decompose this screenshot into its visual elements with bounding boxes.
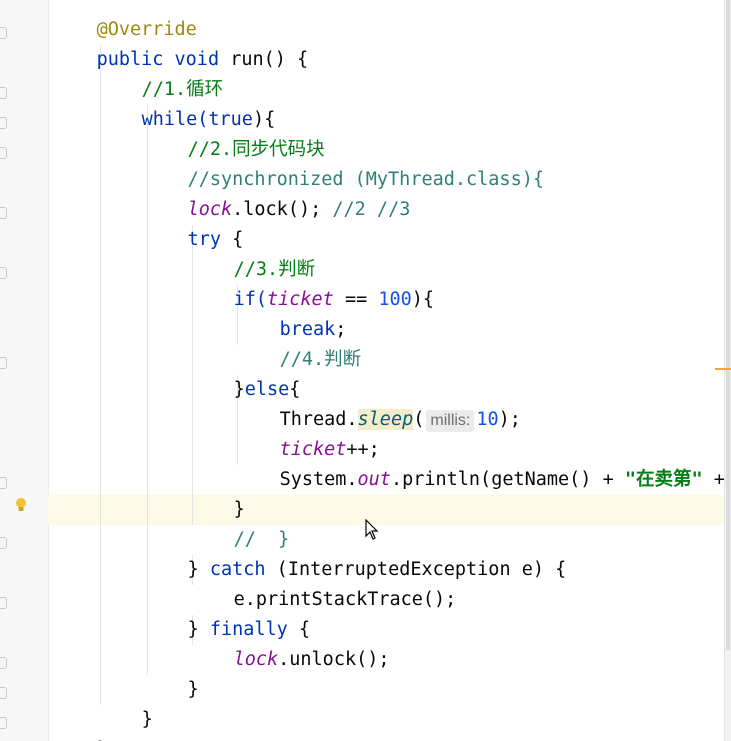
code-token: .unlock(); [278, 649, 390, 670]
fold-marker-icon[interactable] [0, 117, 8, 129]
lightbulb-icon[interactable] [15, 497, 27, 513]
code-line-close-if: } [189, 465, 245, 520]
code-line-while: while(true){ [97, 75, 276, 130]
code-line-comment-4: //4.判断 [235, 315, 362, 370]
fold-marker-icon[interactable] [0, 597, 8, 609]
fold-marker-icon[interactable] [0, 207, 8, 219]
field-token: lock [233, 649, 279, 670]
string-token: "在卖第" [624, 469, 703, 490]
code-token: ){ [411, 289, 435, 310]
code-line-comment-close: // } [189, 495, 290, 550]
code-token: .lock(); [232, 199, 333, 220]
fold-marker-icon[interactable] [0, 657, 8, 669]
code-line-comment-2: //2.同步代码块 [143, 105, 325, 160]
code-token: ); [498, 409, 521, 430]
code-line-comment-3: //3.判断 [189, 225, 316, 280]
code-token: run() { [230, 49, 309, 70]
code-line-unlock: lock.unlock(); [189, 615, 390, 670]
code-line-close-while: } [97, 675, 153, 730]
fold-marker-icon[interactable] [0, 147, 8, 159]
code-line-run-signature: public void run() { [52, 15, 309, 70]
error-stripe-marker[interactable] [715, 368, 731, 370]
code-line-ticket-increment: ticket++; [235, 405, 380, 460]
code-line-override: @Override [52, 0, 197, 40]
code-line-comment-1: //1.循环 [97, 45, 224, 100]
parameter-hint: millis: [426, 410, 475, 432]
code-token: } [141, 709, 153, 730]
fold-marker-icon[interactable] [0, 477, 8, 489]
code-line-println: System.out.println(getName() + "在卖第" + t [235, 435, 726, 490]
vertical-scrollbar[interactable] [724, 0, 731, 741]
code-line-finally: } finally { [143, 585, 311, 640]
code-line-close-run: } [52, 705, 108, 741]
fold-marker-icon[interactable] [0, 267, 8, 279]
comment-token: //2 //3 [332, 199, 411, 220]
number-token: 10 [476, 409, 499, 430]
code-editor[interactable]: @Override public void run() { //1.循环 whi… [52, 0, 726, 741]
fold-marker-icon[interactable] [0, 717, 8, 729]
fold-marker-icon[interactable] [0, 537, 8, 549]
fold-marker-icon[interactable] [0, 357, 8, 369]
mouse-pointer-icon [365, 519, 379, 540]
code-token: } [187, 679, 199, 700]
code-token: ( [413, 409, 425, 430]
code-token: .println(getName() + [390, 469, 625, 490]
code-line-print-stack-trace: e.printStackTrace(); [189, 555, 457, 610]
fold-marker-icon[interactable] [0, 87, 8, 99]
fold-marker-icon[interactable] [0, 27, 8, 39]
code-line-comment-synchronized: //synchronized (MyThread.class){ [143, 135, 544, 190]
code-line-lock: lock.lock(); //2 //3 [143, 165, 411, 220]
code-line-try: try { [143, 195, 244, 250]
editor-gutter[interactable] [0, 0, 49, 741]
number-token: 100 [378, 289, 412, 310]
code-line-catch: } catch (InterruptedException e) { [143, 525, 567, 580]
code-line-if: if(ticket == 100){ [189, 255, 435, 310]
fold-marker-icon[interactable] [0, 687, 8, 699]
code-line-close-try: } [143, 645, 199, 700]
code-token: System. [279, 469, 358, 490]
code-line-sleep: Thread.sleep(millis: 10); [235, 375, 521, 432]
code-line-break: break; [235, 285, 347, 340]
code-line-else: }else{ [189, 345, 301, 400]
field-token: out [357, 469, 391, 490]
scrollbar-thumb[interactable] [726, 0, 730, 650]
code-token: + t [713, 469, 725, 490]
